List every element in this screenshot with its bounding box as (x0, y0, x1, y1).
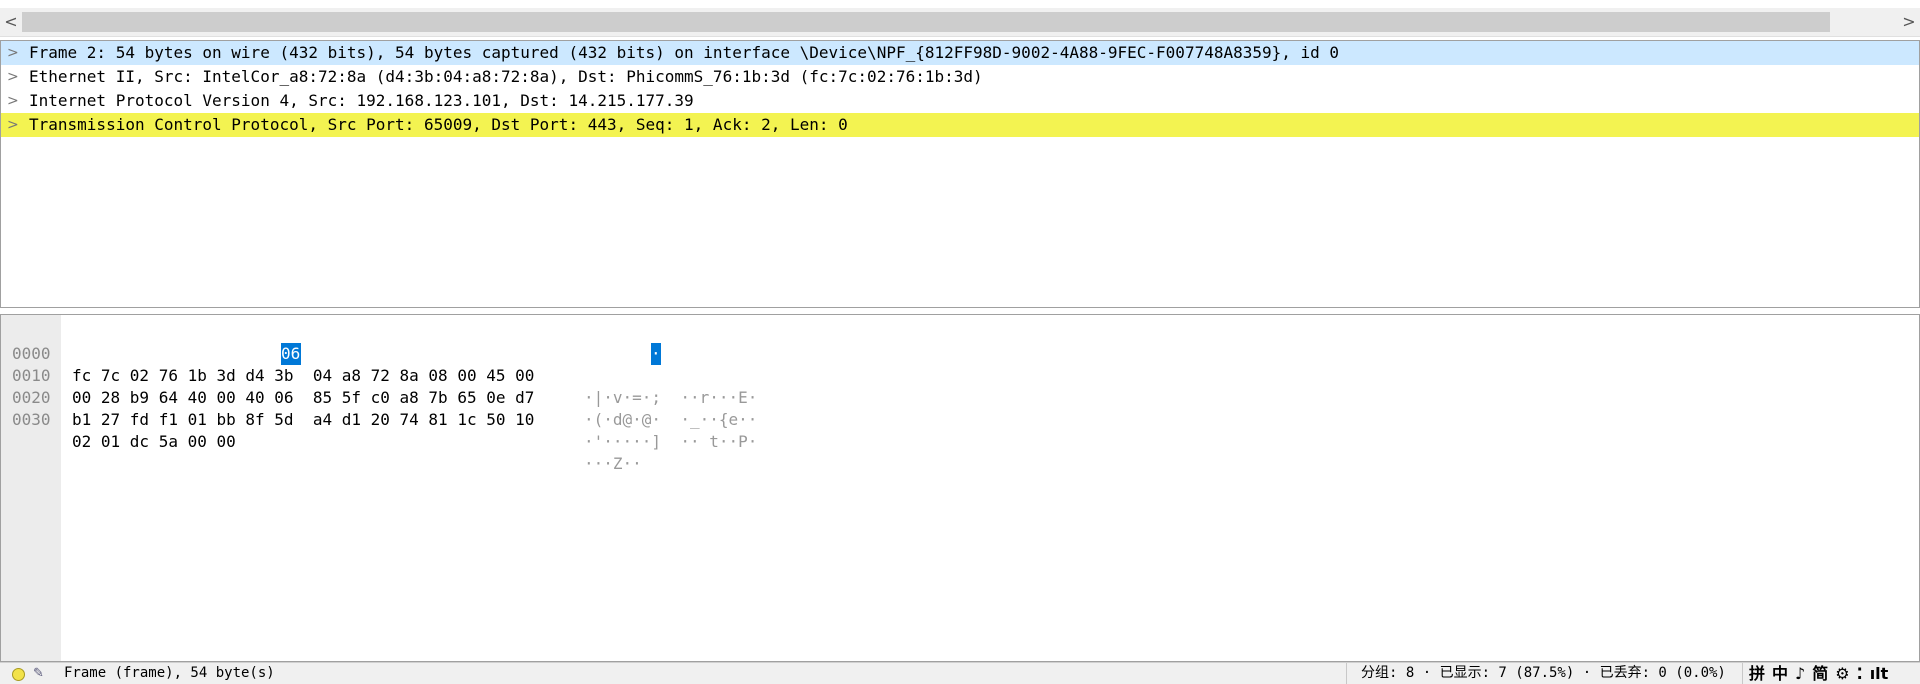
ascii-bytes[interactable]: ·'·····] ·· t··P· (584, 431, 757, 453)
selected-hex-byte[interactable]: 06 (281, 343, 301, 365)
ime-menu-icon[interactable]: ⁚ (1857, 664, 1863, 683)
hex-bytes[interactable]: fc 7c 02 76 1b 3d d4 3b 04 a8 72 8a 08 0… (72, 365, 534, 387)
status-field-info: Frame (frame), 54 byte(s) (64, 665, 275, 681)
ascii-bytes[interactable]: ···Z·· (584, 453, 642, 475)
hex-group-a: b1 27 fd f1 01 bb 8f 5d (72, 410, 294, 429)
tree-item-label: Ethernet II, Src: IntelCor_a8:72:8a (d4:… (29, 67, 983, 86)
hex-group-a: 00 28 b9 64 40 00 40 06 (72, 388, 294, 407)
status-led-icon[interactable] (12, 668, 25, 681)
ime-toolbar[interactable]: 拼中 ♪ 简 ⚙ ⁚ ılt (1742, 663, 1895, 684)
tree-item-label: Transmission Control Protocol, Src Port:… (29, 115, 848, 134)
chevron-right-icon[interactable]: > (7, 113, 21, 137)
tree-item-frame[interactable]: > Frame 2: 54 bytes on wire (432 bits), … (1, 41, 1919, 65)
tree-item-label: Internet Protocol Version 4, Src: 192.16… (29, 91, 694, 110)
bytes-row: 0010 00 28 b9 64 40 00 40 06 85 5f c0 a8… (1, 343, 757, 429)
scrollbar-thumb[interactable] (22, 12, 1830, 32)
status-packet-counts[interactable]: 分组: 8 · 已显示: 7 (87.5%) · 已丢弃: 0 (0.0%) (1346, 663, 1726, 684)
scroll-left-arrow-icon[interactable]: < (1, 10, 21, 34)
hex-group-b: 85 5f c0 a8 7b 65 0e d7 (312, 388, 535, 407)
bytes-row: 0020 b1 27 fd f1 01 bb 8f 5d a4 d1 20 74… (1, 365, 757, 451)
edit-comment-icon[interactable]: ✎ (33, 663, 44, 684)
chevron-right-icon[interactable]: > (7, 65, 21, 89)
chevron-right-icon[interactable]: > (7, 89, 21, 113)
tree-item-label: Frame 2: 54 bytes on wire (432 bits), 54… (29, 43, 1340, 62)
packet-details-pane: > Frame 2: 54 bytes on wire (432 bits), … (0, 40, 1920, 308)
tree-item-ipv4[interactable]: > Internet Protocol Version 4, Src: 192.… (1, 89, 1919, 113)
hex-group-b: 04 a8 72 8a 08 00 45 00 (312, 366, 535, 385)
hex-group-b: a4 d1 20 74 81 1c 50 10 (312, 410, 535, 429)
ime-settings-icon[interactable]: ⚙ (1835, 664, 1849, 683)
hex-bytes[interactable]: 00 28 b9 64 40 00 40 06 85 5f c0 a8 7b 6… (72, 387, 534, 409)
bytes-row: 0000 fc 7c 02 76 1b 3d d4 3b 04 a8 72 8a… (1, 321, 757, 407)
ime-chinese-mode-icon[interactable]: 中 (1772, 664, 1788, 683)
ime-punctuation-icon[interactable]: ♪ (1795, 664, 1805, 683)
status-bar: ✎ Frame (frame), 54 byte(s) 分组: 8 · 已显示:… (0, 662, 1920, 684)
bytes-row: 0030 02 01 dc 5a 00 00 ···Z·· (1, 387, 642, 473)
hex-group-a: fc 7c 02 76 1b 3d d4 3b (72, 366, 294, 385)
ascii-bytes[interactable]: ·|·v·=·; ··r···E· (584, 387, 757, 409)
tree-item-ethernet[interactable]: > Ethernet II, Src: IntelCor_a8:72:8a (d… (1, 65, 1919, 89)
byte-offset: 0030 (12, 410, 51, 429)
hex-bytes[interactable]: 02 01 dc 5a 00 00 (72, 431, 255, 453)
selected-ascii-byte[interactable]: · (651, 343, 661, 365)
tree-item-tcp[interactable]: > Transmission Control Protocol, Src Por… (1, 113, 1919, 137)
horizontal-scrollbar[interactable]: < > (0, 8, 1920, 37)
chevron-right-icon[interactable]: > (7, 41, 21, 65)
ime-more-icon[interactable]: ılt (1870, 664, 1889, 683)
ime-pinyin-icon[interactable]: 拼 (1749, 664, 1765, 683)
hex-group-a: 02 01 dc 5a 00 00 (72, 432, 236, 451)
ime-simplified-icon[interactable]: 简 (1812, 664, 1828, 683)
ascii-bytes[interactable]: ·(·d@·@· ·_··{e·· (584, 409, 757, 431)
packet-bytes-pane[interactable]: 0000 fc 7c 02 76 1b 3d d4 3b 04 a8 72 8a… (0, 314, 1920, 662)
hex-bytes[interactable]: b1 27 fd f1 01 bb 8f 5d a4 d1 20 74 81 1… (72, 409, 534, 431)
scroll-right-arrow-icon[interactable]: > (1899, 10, 1919, 34)
